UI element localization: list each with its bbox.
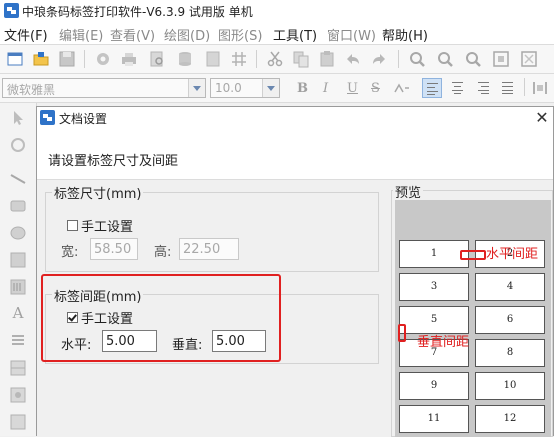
actual-size-icon[interactable] — [492, 50, 510, 68]
size-manual-label[interactable]: 手工设置 — [81, 216, 133, 235]
zoom-out-icon[interactable] — [436, 50, 454, 68]
dialog-title-bar: 文档设置 ✕ — [37, 107, 553, 129]
width-label: 宽: — [61, 245, 79, 260]
menu-view[interactable]: 查看(V) — [110, 25, 155, 44]
print-icon[interactable] — [120, 50, 138, 68]
italic-icon[interactable]: I — [323, 81, 328, 96]
ellipse-tool-icon[interactable] — [9, 224, 27, 242]
zoom-in-icon[interactable] — [408, 50, 426, 68]
page-setup-icon[interactable] — [204, 50, 222, 68]
chevron-down-icon[interactable] — [188, 79, 205, 97]
qrcode-tool-icon[interactable] — [9, 386, 27, 404]
width-input[interactable]: 58.50 — [90, 238, 138, 260]
fit-page-icon[interactable] — [520, 50, 538, 68]
font-size-select[interactable]: 10.0 — [210, 78, 280, 98]
toolbar-separator — [524, 78, 525, 96]
underline-icon[interactable]: U — [347, 81, 358, 96]
grid-icon[interactable] — [230, 50, 248, 68]
preview-label-cell: 9 — [399, 372, 469, 400]
menu-edit[interactable]: 编辑(E) — [59, 25, 103, 44]
line-tool-icon[interactable] — [9, 170, 27, 188]
text-tool-icon[interactable]: A — [9, 304, 27, 322]
horizontal-spacing-annotation: 水平间距 — [486, 247, 539, 262]
preview-label-cell: 4 — [475, 273, 545, 301]
format-toolbar: 微软雅黑 10.0 B I U S — [0, 74, 554, 103]
redo-icon[interactable] — [370, 50, 388, 68]
shape-tool-icon[interactable] — [9, 413, 27, 431]
preview-label-cell: 1 — [399, 240, 469, 268]
pointer-icon[interactable] — [9, 109, 27, 127]
preview-title: 预览 — [393, 182, 424, 201]
menu-file[interactable]: 文件(F) — [4, 25, 48, 44]
horizontal-gap-marker — [460, 250, 486, 260]
print-preview-icon[interactable] — [148, 50, 166, 68]
size-manual-checkbox[interactable] — [67, 220, 78, 231]
open-folder-icon[interactable] — [32, 50, 50, 68]
preview-label-cell: 5 — [399, 306, 469, 334]
save-icon[interactable] — [58, 50, 76, 68]
menu-help[interactable]: 帮助(H) — [382, 25, 428, 44]
distribute-icon[interactable] — [532, 80, 548, 96]
font-family-value: 微软雅黑 — [7, 83, 56, 97]
toolbar-separator — [84, 50, 85, 68]
app-logo-icon — [40, 110, 55, 125]
drawing-tools-strip: A — [0, 103, 37, 436]
align-center-icon[interactable] — [448, 78, 468, 98]
height-label: 高: — [154, 245, 172, 260]
new-document-icon[interactable] — [6, 50, 24, 68]
menu-draw[interactable]: 绘图(D) — [164, 25, 210, 44]
dialog-title: 文档设置 — [59, 112, 108, 126]
menu-tools[interactable]: 工具(T) — [273, 25, 317, 44]
dialog-header: 请设置标签尺寸及间距 — [37, 129, 553, 180]
spacing-highlight-box — [41, 274, 281, 362]
toolbar-separator — [256, 50, 257, 68]
preview-label-cell: 8 — [475, 339, 545, 367]
menu-shape[interactable]: 图形(S) — [218, 25, 262, 44]
rectangle-tool-icon[interactable] — [9, 197, 27, 215]
main-toolbar — [0, 44, 554, 74]
preview-label-cell: 12 — [475, 405, 545, 433]
preview-label-cell: 6 — [475, 306, 545, 334]
font-size-value: 10.0 — [215, 81, 242, 95]
preview-label-cell: 3 — [399, 273, 469, 301]
dialog-instruction: 请设置标签尺寸及间距 — [48, 154, 179, 169]
vertical-gap-marker — [398, 324, 406, 342]
rotate-icon[interactable] — [9, 136, 27, 154]
close-icon[interactable]: ✕ — [533, 108, 551, 128]
undo-icon[interactable] — [344, 50, 362, 68]
database-icon[interactable] — [176, 50, 194, 68]
copy-icon[interactable] — [292, 50, 310, 68]
zoom-fit-icon[interactable] — [464, 50, 482, 68]
menu-window[interactable]: 窗口(W) — [327, 25, 376, 44]
table-tool-icon[interactable] — [9, 359, 27, 377]
bold-icon[interactable]: B — [297, 81, 308, 96]
justify-icon[interactable] — [498, 78, 518, 98]
window-title: 中琅条码标签打印软件-V6.3.9 试用版 单机 — [22, 5, 253, 19]
chevron-down-icon[interactable] — [262, 79, 279, 97]
cut-icon[interactable] — [266, 50, 284, 68]
align-left-icon[interactable] — [422, 78, 442, 98]
image-tool-icon[interactable] — [9, 251, 27, 269]
settings-icon[interactable] — [94, 50, 112, 68]
text-effects-icon[interactable] — [393, 82, 411, 96]
document-settings-dialog: 文档设置 ✕ 请设置标签尺寸及间距 标签尺寸(mm) 手工设置 宽: 58.50… — [36, 106, 554, 437]
dialog-body: 标签尺寸(mm) 手工设置 宽: 58.50 高: 22.50 标签间距(mm)… — [37, 180, 553, 437]
menu-bar: 文件(F) 编辑(E) 查看(V) 绘图(D) 图形(S) 工具(T) 窗口(W… — [0, 22, 554, 44]
vertical-spacing-annotation: 垂直间距 — [417, 335, 470, 350]
height-input[interactable]: 22.50 — [179, 238, 239, 260]
strikethrough-icon[interactable]: S — [371, 81, 380, 96]
app-logo-icon — [4, 3, 19, 18]
paste-icon[interactable] — [318, 50, 336, 68]
toolbar-separator — [398, 50, 399, 68]
multiline-text-icon[interactable] — [9, 332, 27, 350]
title-bar: 中琅条码标签打印软件-V6.3.9 试用版 单机 — [0, 0, 554, 22]
align-right-icon[interactable] — [474, 78, 494, 98]
font-family-select[interactable]: 微软雅黑 — [2, 78, 206, 98]
preview-label-cell: 10 — [475, 372, 545, 400]
label-size-group-title: 标签尺寸(mm) — [52, 183, 144, 202]
preview-label-cell: 11 — [399, 405, 469, 433]
barcode-tool-icon[interactable] — [9, 278, 27, 296]
